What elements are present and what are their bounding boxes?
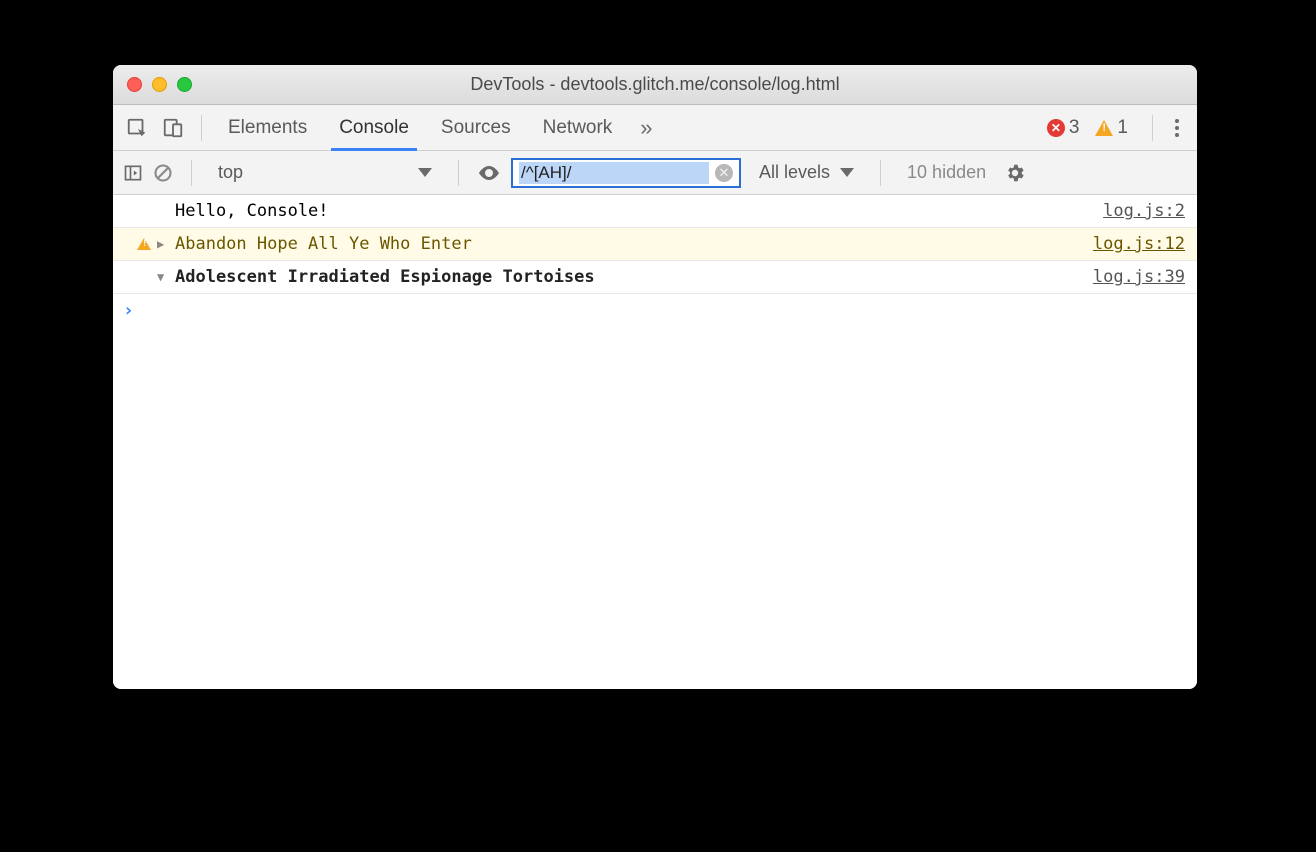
more-tabs-chevron-icon[interactable]: »: [630, 112, 662, 144]
error-icon: ✕: [1047, 119, 1065, 137]
divider: [880, 160, 881, 186]
row-gutter: [121, 238, 157, 250]
clear-filter-icon[interactable]: ✕: [715, 164, 733, 182]
tab-label: Console: [339, 117, 409, 139]
more-options-icon[interactable]: [1165, 113, 1189, 143]
error-count-value: 3: [1069, 117, 1080, 139]
log-message: Abandon Hope All Ye Who Enter: [175, 234, 1093, 254]
minimize-window-button[interactable]: [152, 77, 167, 92]
console-toolbar: top /^[AH]/ ✕ All levels 10 hidden: [113, 151, 1197, 195]
settings-gear-icon[interactable]: [1004, 162, 1026, 184]
prompt-chevron-icon: ›: [123, 300, 134, 321]
tab-label: Sources: [441, 117, 511, 139]
live-expression-eye-icon[interactable]: [477, 161, 501, 185]
expand-arrow-icon[interactable]: ▶: [157, 237, 175, 251]
log-message: Hello, Console!: [175, 201, 1103, 221]
levels-value: All levels: [759, 162, 830, 183]
tab-network[interactable]: Network: [529, 105, 627, 150]
log-row-group[interactable]: ▼ Adolescent Irradiated Espionage Tortoi…: [113, 261, 1197, 294]
warning-icon: [137, 238, 151, 250]
devtools-window: DevTools - devtools.glitch.me/console/lo…: [113, 65, 1197, 689]
collapse-arrow-icon[interactable]: ▼: [157, 270, 175, 284]
tab-label: Network: [543, 117, 613, 139]
close-window-button[interactable]: [127, 77, 142, 92]
divider: [1152, 115, 1153, 141]
main-tabs: Elements Console Sources Network » ✕ 3 1: [113, 105, 1197, 151]
window-title: DevTools - devtools.glitch.me/console/lo…: [113, 74, 1197, 95]
hidden-count[interactable]: 10 hidden: [899, 162, 994, 183]
tab-label: Elements: [228, 117, 307, 139]
context-value: top: [218, 162, 243, 183]
device-toolbar-icon[interactable]: [157, 112, 189, 144]
tab-console[interactable]: Console: [325, 105, 423, 150]
titlebar: DevTools - devtools.glitch.me/console/lo…: [113, 65, 1197, 105]
console-sidebar-toggle-icon[interactable]: [123, 163, 143, 183]
console-prompt[interactable]: ›: [113, 294, 1197, 327]
divider: [458, 160, 459, 186]
divider: [201, 115, 202, 141]
warning-count-value: 1: [1117, 117, 1128, 139]
inspect-element-icon[interactable]: [121, 112, 153, 144]
warning-count[interactable]: 1: [1095, 117, 1128, 139]
error-count[interactable]: ✕ 3: [1047, 117, 1080, 139]
warning-icon: [1095, 120, 1113, 136]
log-row-warning[interactable]: ▶ Abandon Hope All Ye Who Enter log.js:1…: [113, 228, 1197, 261]
clear-console-icon[interactable]: [153, 163, 173, 183]
chevron-down-icon: [418, 168, 432, 177]
divider: [191, 160, 192, 186]
filter-input[interactable]: /^[AH]/ ✕: [511, 158, 741, 188]
tab-sources[interactable]: Sources: [427, 105, 525, 150]
levels-selector[interactable]: All levels: [751, 160, 862, 185]
context-selector[interactable]: top: [210, 160, 440, 185]
log-source-link[interactable]: log.js:39: [1093, 267, 1185, 287]
log-row[interactable]: Hello, Console! log.js:2: [113, 195, 1197, 228]
console-output: Hello, Console! log.js:2 ▶ Abandon Hope …: [113, 195, 1197, 689]
traffic-lights: [113, 77, 192, 92]
log-source-link[interactable]: log.js:12: [1093, 234, 1185, 254]
chevron-down-icon: [840, 168, 854, 177]
tab-elements[interactable]: Elements: [214, 105, 321, 150]
zoom-window-button[interactable]: [177, 77, 192, 92]
log-message: Adolescent Irradiated Espionage Tortoise…: [175, 267, 1093, 287]
filter-value: /^[AH]/: [519, 162, 709, 184]
log-source-link[interactable]: log.js:2: [1103, 201, 1185, 221]
